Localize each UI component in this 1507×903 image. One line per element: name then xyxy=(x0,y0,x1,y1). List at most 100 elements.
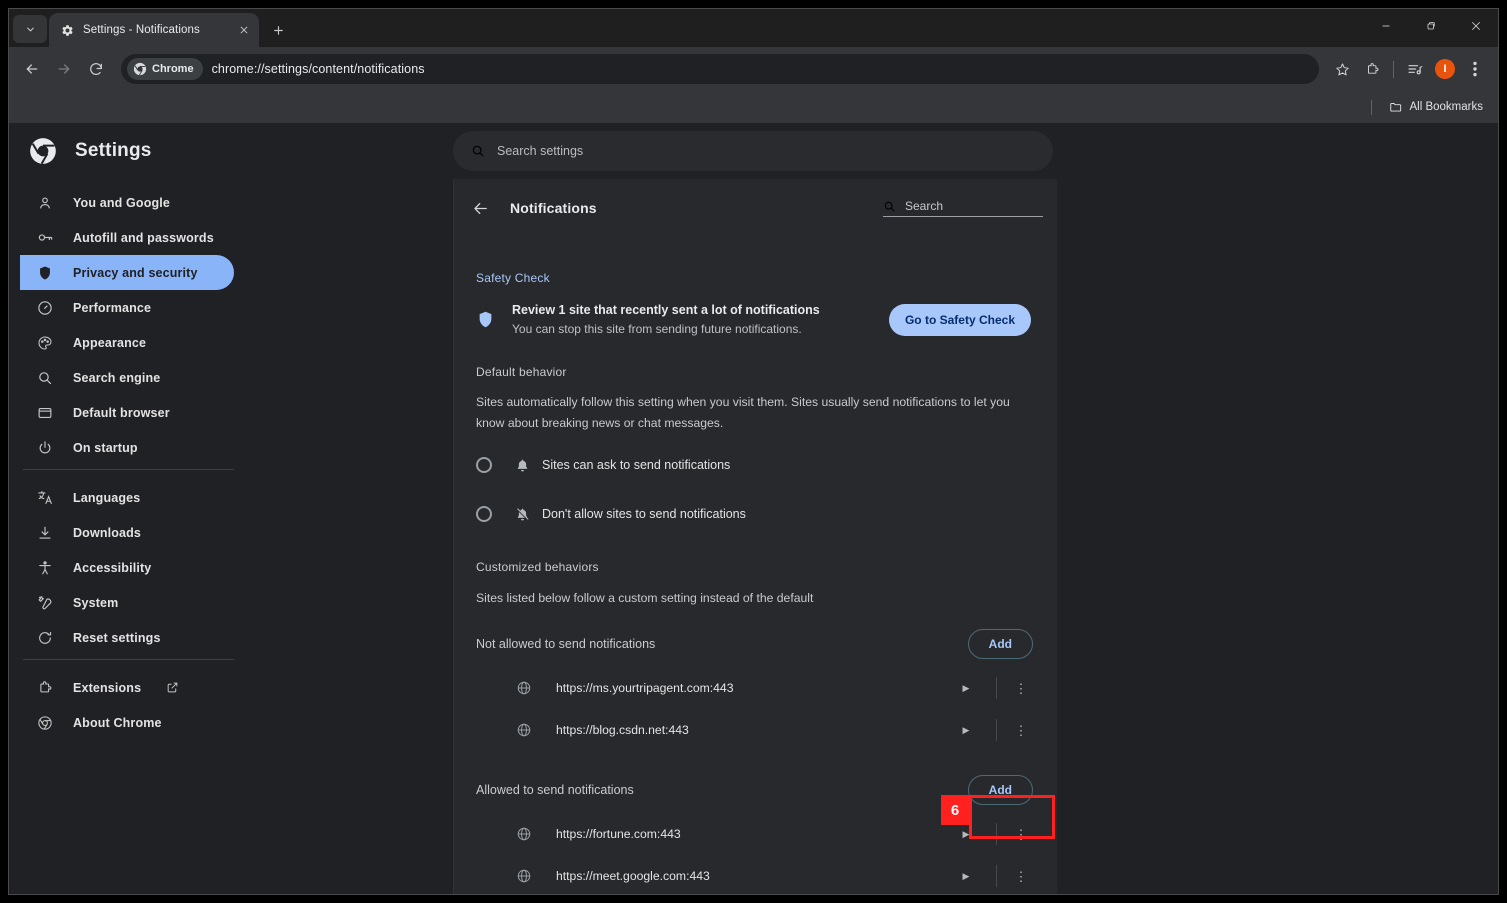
accessibility-icon xyxy=(36,559,54,577)
group-header-not-allowed: Not allowed to send notifications Add xyxy=(476,621,1035,667)
globe-icon xyxy=(516,722,534,738)
sidebar-item-accessibility[interactable]: Accessibility xyxy=(20,550,234,585)
browser-tab[interactable]: Settings - Notifications xyxy=(49,13,259,47)
customized-behaviors-description: Sites listed below follow a custom setti… xyxy=(476,591,814,605)
star-icon[interactable] xyxy=(1327,54,1357,84)
sidebar-item-label: Default browser xyxy=(73,405,170,420)
toolbar-divider xyxy=(1393,60,1394,78)
sidebar-item-label: You and Google xyxy=(73,195,171,210)
tab-title: Settings - Notifications xyxy=(83,24,200,36)
folder-icon xyxy=(1389,100,1403,114)
all-bookmarks-button[interactable]: All Bookmarks xyxy=(1384,97,1489,117)
sidebar-item-default-browser[interactable]: Default browser xyxy=(20,395,234,430)
globe-icon xyxy=(516,868,534,884)
close-button[interactable] xyxy=(1453,9,1498,42)
chrome-logo-icon xyxy=(133,62,147,76)
media-list-icon[interactable] xyxy=(1400,54,1430,84)
sidebar-item-label: Reset settings xyxy=(73,630,161,645)
sidebar-item-you-and-google[interactable]: You and Google xyxy=(20,185,234,220)
avatar[interactable]: I xyxy=(1430,54,1460,84)
key-icon xyxy=(36,229,54,247)
chevron-right-icon[interactable]: ▶ xyxy=(952,683,980,694)
radio-sites-can-ask[interactable]: Sites can ask to send notifications xyxy=(476,443,1035,487)
notifications-panel: Notifications Search Safety Check Review xyxy=(453,179,1057,894)
sidebar-item-label: Privacy and security xyxy=(73,265,198,280)
row-divider xyxy=(996,865,997,887)
shield-icon xyxy=(36,264,54,282)
restore-button[interactable] xyxy=(1408,9,1453,42)
window-controls xyxy=(1363,9,1498,42)
sidebar-item-reset-settings[interactable]: Reset settings xyxy=(20,620,234,655)
sidebar-item-autofill-and-passwords[interactable]: Autofill and passwords xyxy=(20,220,234,255)
sidebar-item-appearance[interactable]: Appearance xyxy=(20,325,234,360)
sidebar-item-label: System xyxy=(73,595,119,610)
arrow-left-icon[interactable] xyxy=(17,54,47,84)
radio-label: Sites can ask to send notifications xyxy=(542,458,731,472)
sidebar-item-privacy-and-security[interactable]: Privacy and security xyxy=(20,255,234,290)
reload-icon[interactable] xyxy=(81,54,111,84)
settings-brand: Settings xyxy=(9,137,453,165)
radio-indicator[interactable] xyxy=(476,457,492,473)
add-button-allowed[interactable]: Add xyxy=(967,775,1033,805)
bell-off-icon xyxy=(515,507,533,522)
safety-check-row: Review 1 site that recently sent a lot o… xyxy=(476,301,1035,338)
three-dot-menu-icon[interactable]: ⋮ xyxy=(1007,682,1035,695)
default-behavior-description: Sites automatically follow this setting … xyxy=(476,395,1010,430)
close-icon[interactable] xyxy=(235,21,253,39)
sidebar-item-label: Accessibility xyxy=(73,560,152,575)
sidebar-item-languages[interactable]: Languages xyxy=(20,480,234,515)
sidebar-item-extensions[interactable]: Extensions xyxy=(20,670,234,705)
radio-label: Don't allow sites to send notifications xyxy=(542,507,746,521)
minimize-button[interactable] xyxy=(1363,9,1408,42)
three-dot-menu-icon[interactable]: ⋮ xyxy=(1007,724,1035,737)
chevron-right-icon[interactable]: ▶ xyxy=(952,871,980,882)
sidebar-item-downloads[interactable]: Downloads xyxy=(20,515,234,550)
chevron-right-icon[interactable]: ▶ xyxy=(952,725,980,736)
reset-icon xyxy=(36,629,54,647)
sidebar-item-about-chrome[interactable]: About Chrome xyxy=(20,705,234,740)
safety-check-text: Review 1 site that recently sent a lot o… xyxy=(512,301,873,338)
sidebar-item-label: Downloads xyxy=(73,525,142,540)
go-to-safety-check-button[interactable]: Go to Safety Check xyxy=(888,303,1031,336)
list-item[interactable]: https://ms.yourtripagent.com:443 ▶ ⋮ xyxy=(476,667,1035,709)
sidebar-item-performance[interactable]: Performance xyxy=(20,290,234,325)
list-item[interactable]: https://blog.csdn.net:443 ▶ ⋮ xyxy=(476,709,1035,751)
sidebar-item-label: Appearance xyxy=(73,335,147,350)
address-bar[interactable]: Chrome chrome://settings/content/notific… xyxy=(121,54,1319,84)
toolbar-actions: I xyxy=(1327,54,1490,84)
safety-check-subtext: You can stop this site from sending futu… xyxy=(512,322,802,336)
sidebar-divider xyxy=(23,469,234,470)
tab-strip: Settings - Notifications xyxy=(9,9,1498,47)
sidebar-item-label: Performance xyxy=(73,300,152,315)
group-header-allowed: Allowed to send notifications Add xyxy=(476,767,1035,813)
settings-sidebar: You and Google Autofill and passwords Pr… xyxy=(9,179,453,894)
palette-icon xyxy=(36,334,54,352)
sidebar-item-system[interactable]: System xyxy=(20,585,234,620)
add-button-not-allowed[interactable]: Add xyxy=(967,629,1033,659)
browser-window: Settings - Notifications Chrome chrome:/… xyxy=(8,8,1499,895)
page-title: Settings xyxy=(75,140,152,161)
customized-behaviors-section: Customized behaviors Sites listed below … xyxy=(454,560,1057,894)
radio-dont-allow[interactable]: Don't allow sites to send notifications xyxy=(476,492,1035,536)
list-item[interactable]: https://meet.google.com:443 ▶ ⋮ xyxy=(476,855,1035,894)
speedometer-icon xyxy=(36,299,54,317)
sidebar-item-label: Languages xyxy=(73,490,141,505)
arrow-right-icon[interactable] xyxy=(49,54,79,84)
bookmarks-divider xyxy=(1370,99,1372,115)
three-dot-menu-icon[interactable]: ⋮ xyxy=(1007,828,1035,841)
sidebar-item-on-startup[interactable]: On startup xyxy=(20,430,234,465)
radio-indicator[interactable] xyxy=(476,506,492,522)
search-input[interactable]: Search settings xyxy=(453,131,1053,171)
puzzle-icon[interactable] xyxy=(1357,54,1387,84)
new-tab-button[interactable] xyxy=(264,16,292,44)
list-item[interactable]: https://fortune.com:443 ▶ ⋮ xyxy=(476,813,1035,855)
sidebar-item-search-engine[interactable]: Search engine xyxy=(20,360,234,395)
download-icon xyxy=(36,524,54,542)
three-dot-menu-icon[interactable]: ⋮ xyxy=(1007,870,1035,883)
safety-check-title: Safety Check xyxy=(476,271,550,285)
three-dot-menu-icon[interactable] xyxy=(1460,54,1490,84)
panel-search-input[interactable]: Search xyxy=(883,199,1043,217)
chevron-right-icon[interactable]: ▶ xyxy=(952,829,980,840)
arrow-left-icon[interactable] xyxy=(472,200,494,217)
chevron-down-icon[interactable] xyxy=(13,15,47,43)
